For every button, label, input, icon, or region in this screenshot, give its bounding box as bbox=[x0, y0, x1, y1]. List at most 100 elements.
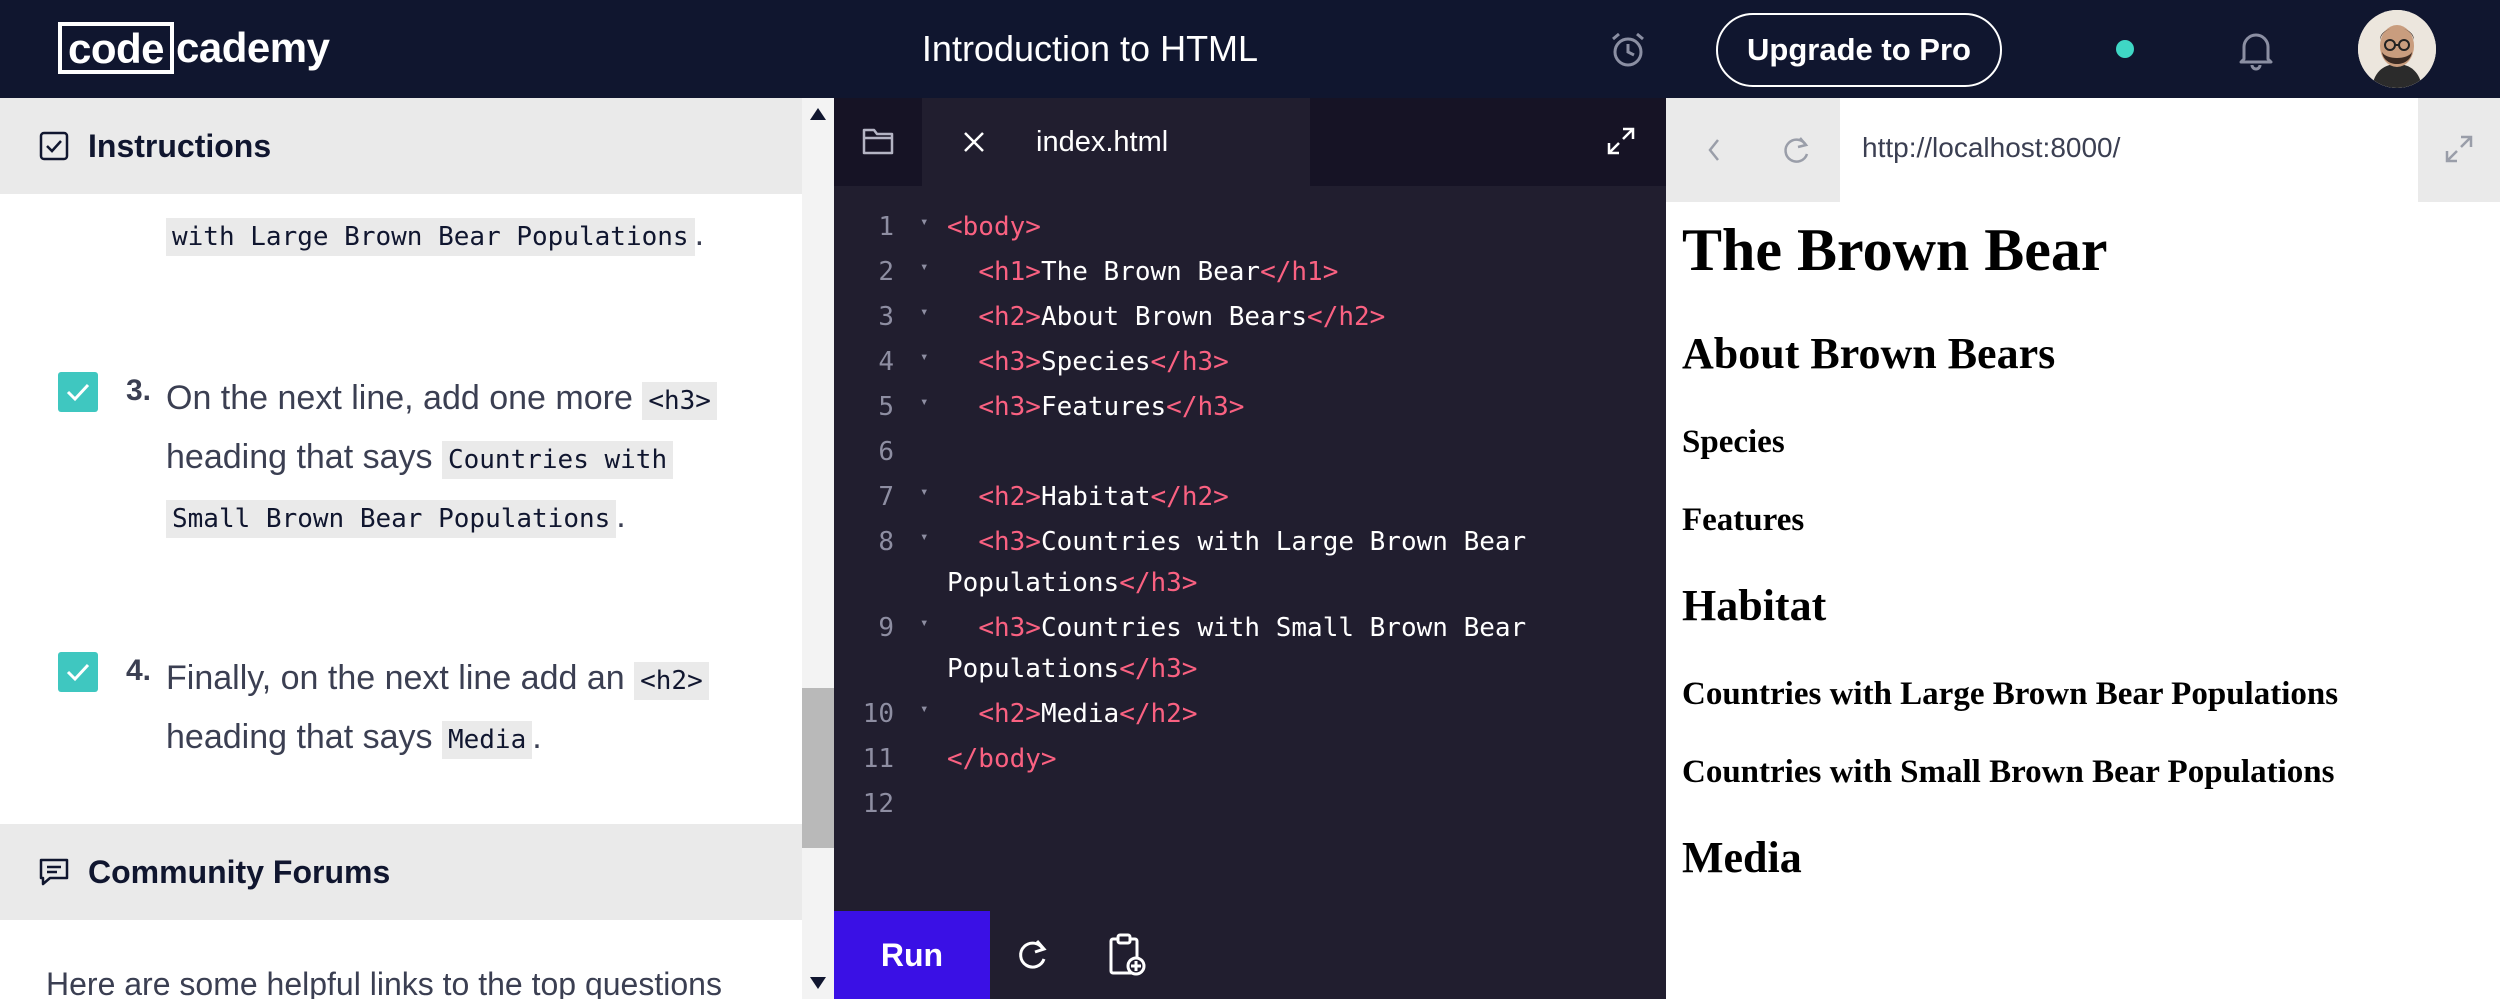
fold-arrow-icon[interactable]: ▾ bbox=[920, 304, 928, 320]
code-tag: <h3> bbox=[978, 347, 1041, 377]
expand-icon[interactable] bbox=[1606, 126, 1636, 156]
inline-code: <h2> bbox=[634, 662, 709, 700]
code-text: Countries with Small Brown Bear bbox=[1040, 613, 1527, 643]
code-tag: </h2> bbox=[1119, 699, 1198, 729]
close-icon[interactable] bbox=[960, 128, 988, 156]
browser-preview: http://localhost:8000/ The Brown Bear Ab… bbox=[1666, 98, 2500, 999]
step-3-checkbox[interactable] bbox=[58, 372, 98, 412]
instructions-scrollbar[interactable] bbox=[802, 98, 834, 999]
line-number: 5 bbox=[878, 392, 894, 422]
scroll-up-arrow[interactable] bbox=[810, 108, 826, 120]
fold-arrow-icon[interactable]: ▾ bbox=[920, 484, 928, 500]
run-button[interactable]: Run bbox=[834, 911, 990, 999]
code-text: Features bbox=[1040, 392, 1167, 422]
inline-code: Small Brown Bear Populations bbox=[166, 500, 617, 538]
inline-code: <h3> bbox=[642, 382, 717, 420]
line-number: 2 bbox=[878, 257, 894, 287]
code-line-text: <h1>The Brown Bear</h1> bbox=[947, 257, 1338, 287]
code-tag: <body> bbox=[947, 212, 1041, 242]
code-line-text: <body> bbox=[947, 212, 1041, 242]
code-tag: </h1> bbox=[1260, 257, 1339, 287]
inline-code: Countries with bbox=[441, 441, 674, 479]
community-intro-text: Here are some helpful links to the top q… bbox=[46, 966, 722, 999]
code-tag: </h3> bbox=[1166, 392, 1245, 422]
fold-arrow-icon[interactable]: ▾ bbox=[920, 214, 928, 230]
code-tag: </body> bbox=[947, 744, 1057, 774]
step-4-checkbox[interactable] bbox=[58, 652, 98, 692]
file-name: index.html bbox=[1036, 126, 1169, 158]
line-number: 7 bbox=[878, 482, 894, 512]
folder-icon[interactable] bbox=[862, 126, 894, 156]
code-tag: <h1> bbox=[978, 257, 1041, 287]
rendered-h2: Media bbox=[1682, 833, 1802, 882]
fold-arrow-icon[interactable]: ▾ bbox=[920, 259, 928, 275]
url-field[interactable]: http://localhost:8000/ bbox=[1840, 98, 2418, 202]
code-tag: <h3> bbox=[978, 613, 1041, 643]
back-icon[interactable] bbox=[1702, 134, 1726, 166]
clipboard-add-icon[interactable] bbox=[1106, 933, 1146, 977]
step-3-text: On the next line, add one more <h3> head… bbox=[166, 370, 766, 547]
code-line-text: <h3>Species</h3> bbox=[947, 347, 1229, 377]
line-number: 4 bbox=[878, 347, 894, 377]
bell-icon[interactable] bbox=[2236, 27, 2276, 71]
line-number: 1 bbox=[878, 212, 894, 242]
instructions-title: Instructions bbox=[88, 127, 272, 164]
fold-arrow-icon[interactable]: ▾ bbox=[920, 529, 928, 545]
code-tag: <h3> bbox=[978, 527, 1041, 557]
chat-icon bbox=[39, 858, 69, 886]
step-4-number: 4. bbox=[126, 654, 152, 687]
code-tag: </h2> bbox=[1150, 482, 1229, 512]
community-forums-title: Community Forums bbox=[88, 853, 391, 890]
expand-icon[interactable] bbox=[2444, 134, 2474, 164]
fold-arrow-icon[interactable]: ▾ bbox=[920, 701, 928, 717]
line-number: 10 bbox=[862, 699, 894, 729]
checklist-icon bbox=[39, 131, 69, 161]
rendered-h3: Countries with Small Brown Bear Populati… bbox=[1682, 754, 2335, 790]
instructions-header[interactable]: Instructions bbox=[0, 98, 802, 194]
tab-index-html[interactable]: index.html bbox=[922, 98, 1310, 186]
code-text: About Brown Bears bbox=[1040, 302, 1308, 332]
fold-arrow-icon[interactable]: ▾ bbox=[920, 349, 928, 365]
code-editor: index.html 1 ▾ <body> 2 ▾ <h1>The Brown Bear… bbox=[834, 98, 1666, 999]
code-tag: </h3> bbox=[1119, 654, 1198, 684]
code-text: Media bbox=[1040, 699, 1120, 729]
code-text: Populations bbox=[947, 568, 1120, 598]
top-header: code cademy Introduction to HTML Upgrade … bbox=[0, 0, 2500, 98]
community-forums-header[interactable]: Community Forums bbox=[0, 824, 802, 920]
alarm-clock-icon[interactable] bbox=[1608, 30, 1648, 70]
line-number: 12 bbox=[862, 789, 894, 819]
rendered-h3: Countries with Large Brown Bear Populati… bbox=[1682, 676, 2339, 712]
code-text: Populations bbox=[947, 654, 1120, 684]
code-tag: </h3> bbox=[1150, 347, 1229, 377]
reload-icon[interactable] bbox=[1778, 132, 1814, 168]
code-line-text: <h3>Countries with Small Brown Bear bbox=[947, 613, 1526, 643]
code-tag: <h2> bbox=[978, 302, 1041, 332]
code-line-text: </body> bbox=[947, 744, 1057, 774]
code-line-text: <h2>Habitat</h2> bbox=[947, 482, 1229, 512]
browser-toolbar: http://localhost:8000/ bbox=[1666, 98, 2500, 202]
code-tag: </h2> bbox=[1307, 302, 1386, 332]
scroll-down-arrow[interactable] bbox=[810, 977, 826, 989]
status-dot bbox=[2116, 40, 2134, 58]
inline-code: Media bbox=[441, 721, 533, 759]
rendered-h3: Features bbox=[1682, 502, 1805, 538]
code-line-wrap: Populations</h3> bbox=[947, 568, 1197, 598]
inline-code: with Large Brown Bear Populations bbox=[166, 218, 695, 256]
refresh-icon[interactable] bbox=[1012, 935, 1052, 975]
code-tag: <h3> bbox=[978, 392, 1041, 422]
code-text: Habitat bbox=[1040, 482, 1151, 512]
scrollbar-thumb[interactable] bbox=[802, 688, 834, 848]
upgrade-to-pro-button[interactable]: Upgrade to Pro bbox=[1716, 13, 2002, 87]
fold-arrow-icon[interactable]: ▾ bbox=[920, 394, 928, 410]
user-avatar[interactable] bbox=[2358, 10, 2436, 88]
fold-arrow-icon[interactable]: ▾ bbox=[920, 615, 928, 631]
instructions-panel: Instructions with Large Brown Bear Popul… bbox=[0, 98, 802, 999]
rendered-h2: About Brown Bears bbox=[1682, 329, 2056, 378]
rendered-h1: The Brown Bear bbox=[1682, 217, 2108, 283]
carryover-text: with Large Brown Bear Populations. bbox=[166, 206, 766, 265]
code-text: Species bbox=[1040, 347, 1151, 377]
